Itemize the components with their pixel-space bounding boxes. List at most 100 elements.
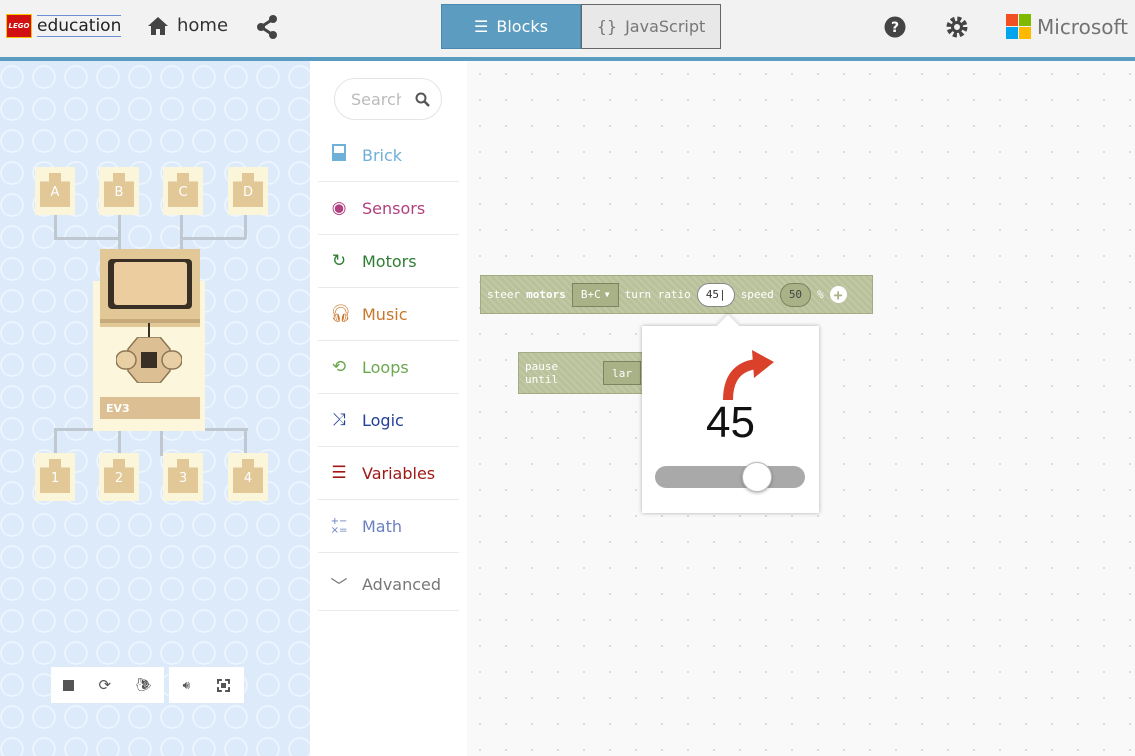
dropdown-value: B+C [580,288,601,301]
input-port-3[interactable]: 3 [163,453,203,501]
search-icon[interactable] [415,92,430,107]
port-label: B [114,185,124,200]
turn-ratio-value: 45 [706,398,755,447]
mute-icon[interactable]: 🔊︎ [183,678,191,693]
tab-blocks-label: Blocks [496,17,548,36]
tab-blocks[interactable]: ☰ Blocks [441,4,581,49]
pause-until-block[interactable]: pause until lar [518,352,648,394]
list-icon: ☰ [474,17,489,36]
ev3-buttons[interactable] [116,337,182,383]
stop-icon[interactable] [63,679,75,691]
port-label: C [178,185,188,200]
target-icon: ◉ [331,198,347,218]
output-port-d[interactable]: D [228,167,268,215]
input-port-4[interactable]: 4 [228,453,268,501]
share-button[interactable] [256,15,278,43]
steer-motors-block[interactable]: steer motors B+C ▼ turn ratio 45 | speed 5… [480,275,873,314]
category-music[interactable]: 🎧︎ Music [318,288,459,341]
category-label: Loops [362,357,409,377]
category-label: Variables [362,463,436,483]
loop-icon: ⟲ [331,357,347,377]
microsoft-logo-mark [1006,14,1031,39]
ev3-label: EV3 [100,397,200,419]
port-label: D [242,185,253,200]
slow-mo-icon[interactable]: 🐌︎ [135,678,152,693]
speed-input[interactable]: 50 [779,282,812,307]
category-label: Brick [362,145,403,165]
category-label: Logic [362,410,404,430]
braces-icon: {} [596,17,618,36]
block-text-bold: motors [526,288,566,301]
dropdown-value: lar [612,366,632,380]
toolbox: Search Brick ◉ Sensors ↻ Motors 🎧︎ Music ⟲ L… [310,61,467,756]
gear-icon[interactable] [946,16,968,38]
lego-education-logo[interactable]: LEGO education [6,14,122,38]
home-icon [148,16,168,35]
tab-javascript-label: JavaScript [625,17,706,36]
microsoft-logo[interactable]: Microsoft [1006,14,1128,39]
category-advanced[interactable]: ﹀ Advanced [318,558,459,611]
dropdown-caret-icon: ▼ [604,290,610,299]
category-label: Music [362,304,408,324]
block-text: turn ratio [624,288,691,301]
turn-arrow-icon [723,350,774,401]
category-motors[interactable]: ↻ Motors [318,235,459,288]
turn-ratio-popup: 45 [642,326,819,513]
list-icon: ☰ [331,463,347,483]
question-icon[interactable]: ? [884,16,906,38]
home-label: home [177,15,229,36]
restart-icon[interactable]: ⟳ [98,676,111,694]
simulator-panel: A B C D 1 2 3 4 EV3 ⟳ 🐌︎ 🔊︎ [0,61,310,756]
ev3-brick-top [100,249,200,327]
slider-knob[interactable] [741,462,772,492]
input-value: 50 [788,288,803,301]
category-logic[interactable]: ⤨ Logic [318,394,459,447]
home-button[interactable]: home [147,15,228,36]
category-brick[interactable]: Brick [318,129,459,182]
category-label: Sensors [362,198,426,218]
math-icon: +− ×= [330,516,348,536]
block-text: steer [487,288,521,301]
category-label: Motors [362,251,417,271]
port-label: A [50,185,60,200]
input-port-2[interactable]: 2 [99,453,139,501]
input-port-1[interactable]: 1 [35,453,75,501]
brick-icon [330,144,348,166]
category-variables[interactable]: ☰ Variables [318,447,459,500]
search-input[interactable]: Search [334,78,442,120]
svg-text:?: ? [891,20,899,36]
logo-text: education [37,15,122,37]
port-label: 3 [178,471,188,486]
category-sensors[interactable]: ◉ Sensors [318,182,459,235]
ports-dropdown[interactable]: B+C ▼ [571,282,619,307]
input-value: 45 [705,288,720,301]
fullscreen-icon[interactable] [217,678,231,692]
output-port-c[interactable]: C [163,167,203,215]
sim-controls-right: 🔊︎ [169,667,244,703]
port-label: 2 [114,471,124,486]
block-text: pause until [525,360,559,386]
headphones-icon: 🎧︎ [330,304,352,324]
sensor-dropdown[interactable]: lar [603,361,641,385]
unit-label: % [817,288,824,301]
header: LEGO education home ☰ Blocks {} JavaScript… [0,0,1135,57]
ev3-screen [108,259,192,309]
category-label: Advanced [362,574,442,594]
category-math[interactable]: +− ×= Math [318,500,459,553]
chevron-down-icon: ﹀ [330,576,348,597]
output-port-b[interactable]: B [99,167,139,215]
turn-ratio-input[interactable]: 45 | [696,282,735,307]
refresh-icon: ↻ [331,251,347,271]
category-loops[interactable]: ⟲ Loops [318,341,459,394]
share-icon [257,15,277,39]
search-placeholder: Search [351,89,401,109]
output-port-a[interactable]: A [35,167,75,215]
shuffle-icon: ⤨ [332,410,346,430]
port-label: 4 [243,471,253,486]
sim-controls-left: ⟳ 🐌︎ [51,667,164,703]
tab-javascript[interactable]: {} JavaScript [581,4,721,49]
lego-logo-badge: LEGO [6,14,32,38]
turn-ratio-slider[interactable] [655,462,805,492]
category-label: Math [362,516,403,536]
expand-plus-icon[interactable]: + [829,286,847,304]
